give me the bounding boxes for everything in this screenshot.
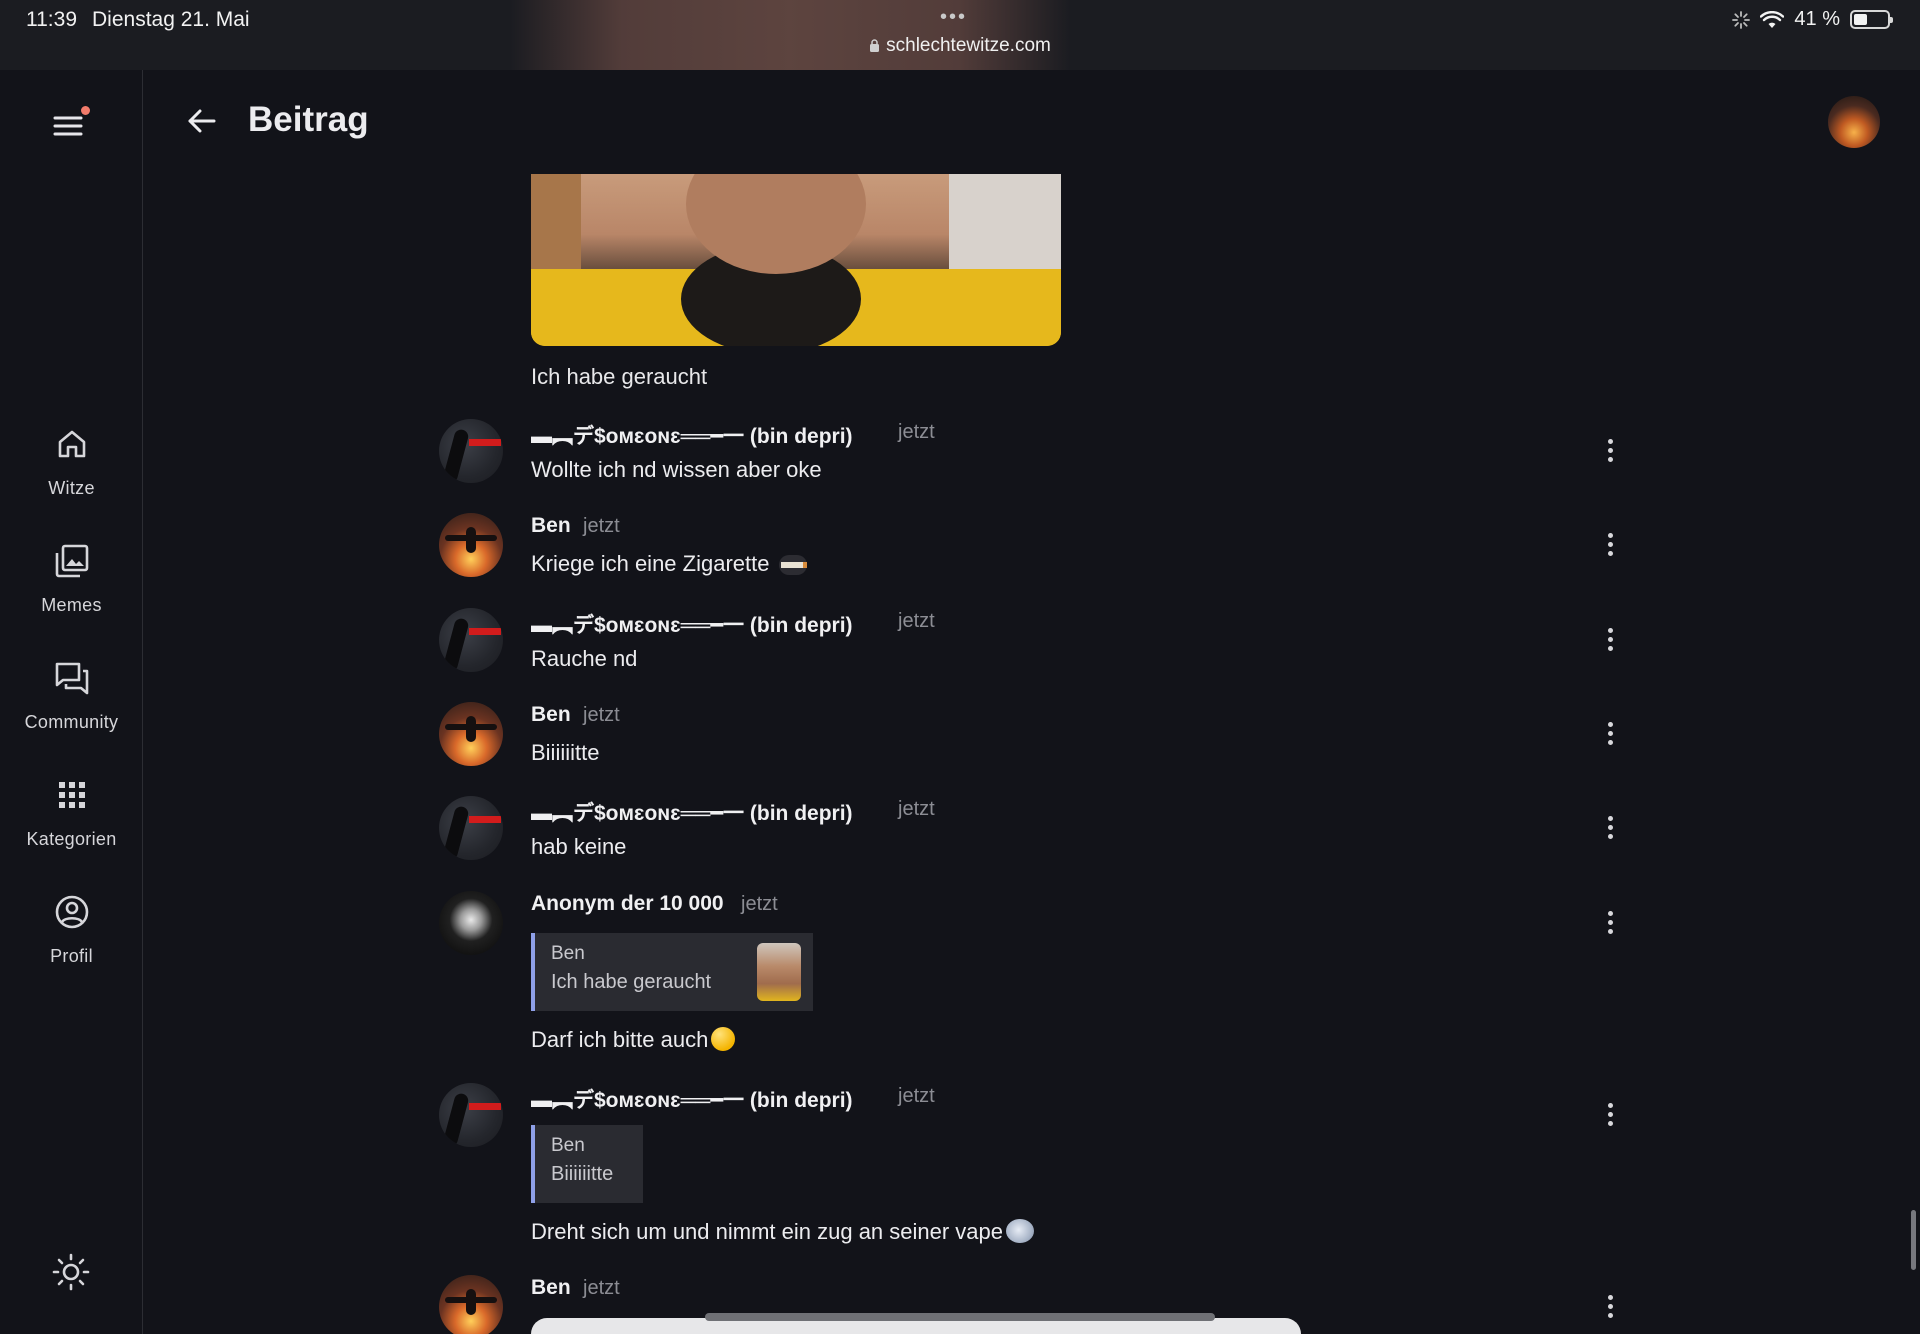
- post-image[interactable]: [531, 174, 1061, 346]
- image-gallery-icon: [55, 544, 88, 578]
- more-options-icon[interactable]: [1600, 722, 1620, 746]
- sidebar: Witze Memes Community Kategorien Profil: [0, 70, 143, 1334]
- comment-author[interactable]: ▬︻デ$ᴏᴍɛᴏɴɛ══━一 (bin depri): [531, 1084, 853, 1114]
- more-options-icon[interactable]: [1600, 1295, 1620, 1319]
- comment-author[interactable]: Ben: [531, 514, 571, 538]
- dash-emoji: [1006, 1219, 1035, 1243]
- comment-time: jetzt: [583, 515, 620, 537]
- avatar[interactable]: [439, 891, 503, 955]
- address-bar[interactable]: schlechtewitze.com: [0, 35, 1920, 57]
- comment-author[interactable]: ▬︻デ$ᴏᴍɛᴏɴɛ══━一 (bin depri): [531, 420, 853, 450]
- comment-time: jetzt: [583, 704, 620, 726]
- quote-thumbnail: [757, 943, 801, 1001]
- more-options-icon[interactable]: [1600, 1103, 1620, 1127]
- more-options-icon[interactable]: [1600, 911, 1620, 935]
- sidebar-item-label: Profil: [50, 946, 93, 966]
- comment-text: Kriege ich eine Zigarette: [531, 551, 770, 576]
- user-avatar[interactable]: [1828, 96, 1880, 148]
- avatar[interactable]: [439, 1275, 503, 1334]
- comment-author[interactable]: ▬︻デ$ᴏᴍɛᴏɴɛ══━一 (bin depri): [531, 797, 853, 827]
- avatar[interactable]: [439, 702, 503, 766]
- comment-text: Rauche nd: [531, 646, 638, 671]
- comment-text: hab keine: [531, 834, 627, 859]
- comment-time: jetzt: [898, 1085, 935, 1107]
- loading-spinner-icon: [1732, 10, 1751, 29]
- horizontal-scrollbar[interactable]: [705, 1313, 1215, 1321]
- comment-text: Darf ich bitte auch: [531, 1027, 709, 1052]
- more-dots-icon[interactable]: •••: [940, 6, 967, 29]
- sun-icon[interactable]: [52, 1253, 90, 1291]
- wifi-icon: [1760, 10, 1785, 28]
- sidebar-item-label: Kategorien: [26, 829, 117, 849]
- battery-icon: [1850, 10, 1893, 29]
- comment-text-wrap: Kriege ich eine Zigarette: [531, 551, 807, 577]
- lock-icon: [870, 39, 880, 52]
- avatar[interactable]: [439, 513, 503, 577]
- status-bar: 11:39 Dienstag 21. Mai ••• schlechtewitz…: [0, 0, 1920, 70]
- quote-text: Biiiiiitte: [551, 1163, 614, 1185]
- pleading-face-emoji: [711, 1027, 736, 1051]
- avatar[interactable]: [439, 1083, 503, 1147]
- sidebar-item-profil[interactable]: Profil: [0, 894, 143, 967]
- comment-author[interactable]: ▬︻デ$ᴏᴍɛᴏɴɛ══━一 (bin depri): [531, 609, 853, 639]
- comment-text: Biiiiiitte: [531, 740, 600, 765]
- sidebar-item-kategorien[interactable]: Kategorien: [0, 777, 143, 850]
- quoted-comment[interactable]: Ben Ich habe geraucht: [531, 933, 813, 1011]
- more-options-icon[interactable]: [1600, 628, 1620, 652]
- page-header: Beitrag: [144, 70, 1920, 174]
- user-circle-icon: [55, 895, 88, 929]
- page-title: Beitrag: [248, 100, 369, 139]
- avatar[interactable]: [439, 608, 503, 672]
- arrow-left-icon[interactable]: [184, 103, 220, 139]
- vertical-scrollbar[interactable]: [1911, 1210, 1916, 1270]
- chat-bubbles-icon: [55, 662, 88, 695]
- comment-author[interactable]: Anonym der 10 000: [531, 892, 724, 916]
- comment-author[interactable]: Ben: [531, 1276, 571, 1300]
- status-date: Dienstag 21. Mai: [92, 8, 250, 31]
- comment-text-wrap: Dreht sich um und nimmt ein zug an seine…: [531, 1219, 1035, 1245]
- comment-time: jetzt: [898, 798, 935, 820]
- home-icon: [58, 430, 85, 458]
- avatar[interactable]: [439, 796, 503, 860]
- quote-author: Ben: [551, 1135, 585, 1156]
- battery-fill: [1854, 14, 1867, 25]
- cigarette-emoji: [778, 555, 807, 575]
- more-options-icon[interactable]: [1600, 816, 1620, 840]
- sidebar-item-community[interactable]: Community: [0, 660, 143, 733]
- battery-percent: 41 %: [1794, 8, 1840, 30]
- comment-time: jetzt: [741, 893, 778, 915]
- more-options-icon[interactable]: [1600, 439, 1620, 463]
- sidebar-item-label: Community: [24, 712, 119, 732]
- grid-apps-icon: [58, 782, 85, 808]
- avatar[interactable]: [439, 419, 503, 483]
- comment-time: jetzt: [898, 610, 935, 632]
- comment-text: Wollte ich nd wissen aber oke: [531, 457, 822, 482]
- sidebar-item-witze[interactable]: Witze: [0, 426, 143, 499]
- post-caption: Ich habe geraucht: [531, 364, 708, 389]
- comment-time: jetzt: [898, 421, 935, 443]
- notification-dot: [81, 106, 90, 115]
- more-options-icon[interactable]: [1600, 533, 1620, 557]
- comment-text: Dreht sich um und nimmt ein zug an seine…: [531, 1219, 1004, 1244]
- comment-author[interactable]: Ben: [531, 703, 571, 727]
- comment-text-wrap: Darf ich bitte auch: [531, 1027, 736, 1053]
- status-right: 41 %: [1732, 8, 1893, 31]
- hamburger-menu-icon[interactable]: [51, 106, 91, 146]
- status-time: 11:39: [26, 8, 77, 31]
- sidebar-item-label: Memes: [41, 595, 102, 615]
- comment-time: jetzt: [583, 1277, 620, 1299]
- sidebar-item-label: Witze: [48, 478, 95, 498]
- quoted-comment[interactable]: Ben Biiiiiitte: [531, 1125, 643, 1203]
- sidebar-item-memes[interactable]: Memes: [0, 543, 143, 616]
- url-text: schlechtewitze.com: [886, 35, 1051, 56]
